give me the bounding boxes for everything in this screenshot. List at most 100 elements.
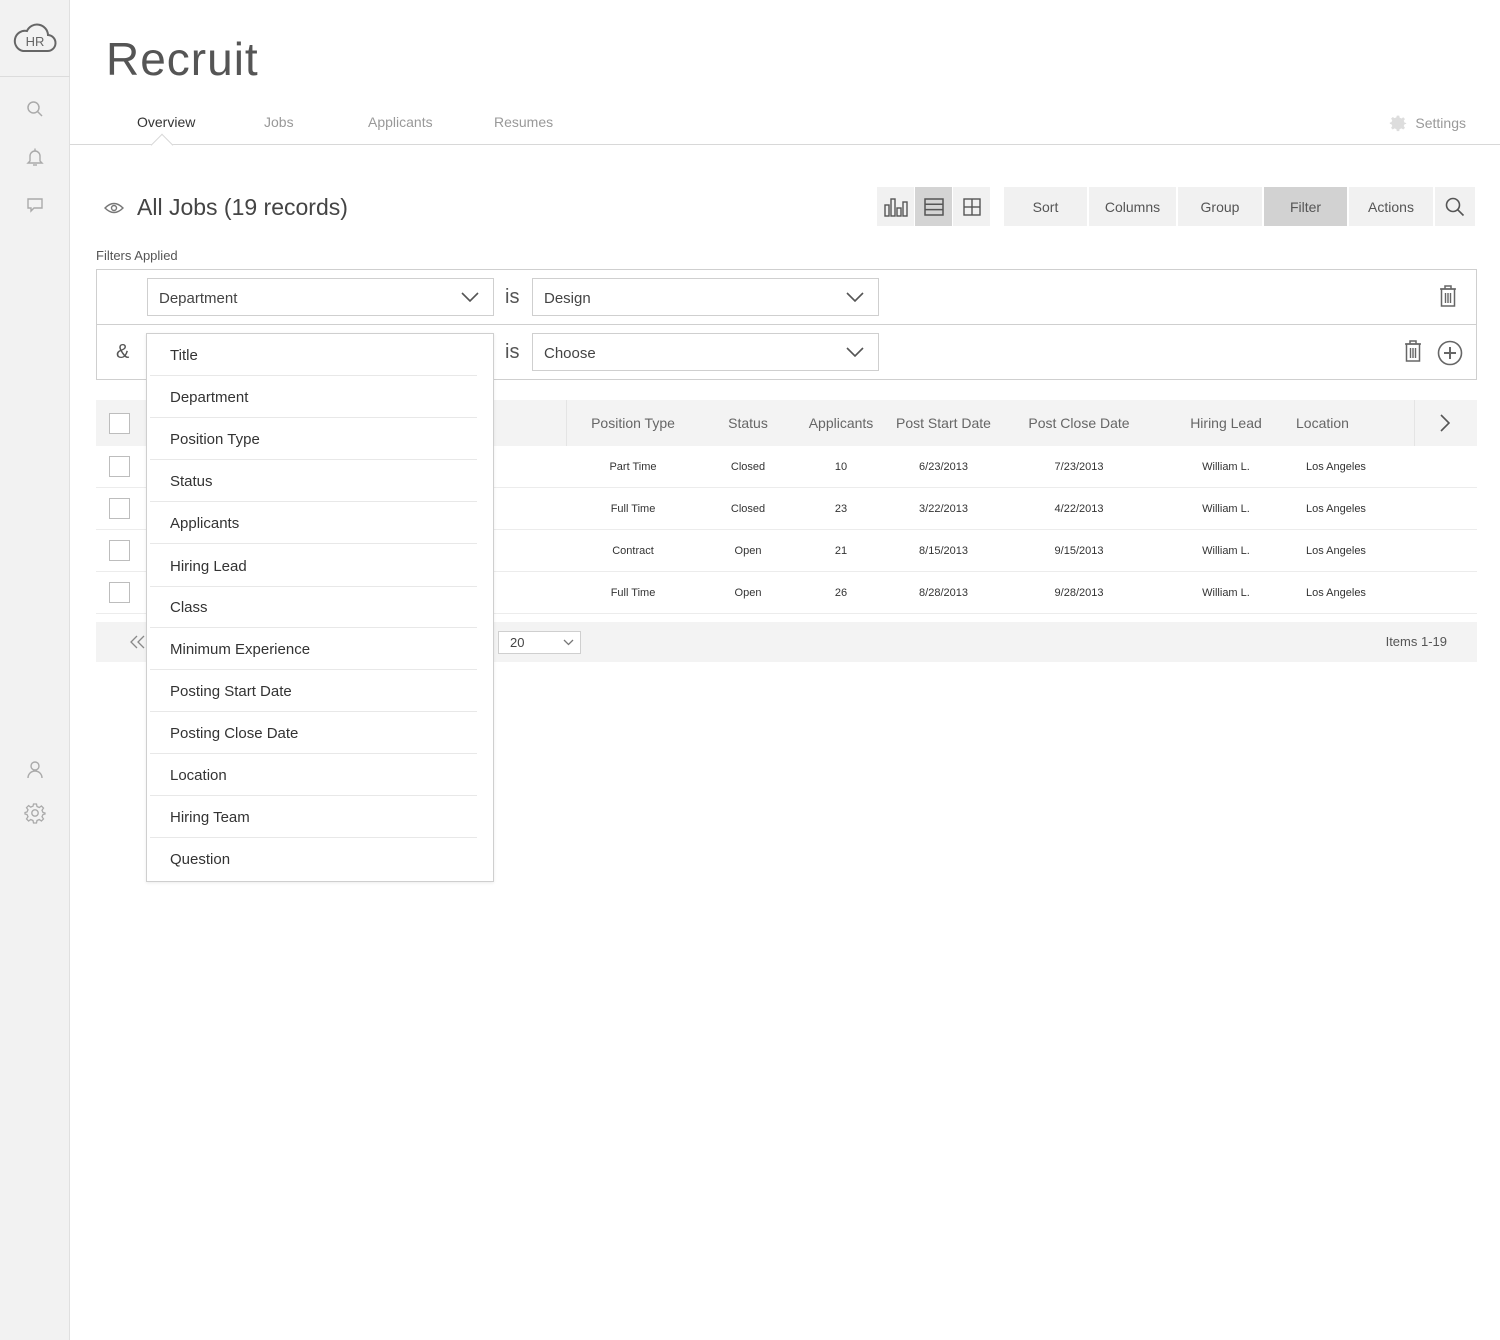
search-icon[interactable] bbox=[0, 94, 70, 124]
columns-button[interactable]: Columns bbox=[1089, 187, 1178, 226]
column-header[interactable]: Location bbox=[1296, 415, 1368, 431]
filter-value-text: Choose bbox=[544, 345, 596, 362]
field-dropdown-menu: Title Department Position Type Status Ap… bbox=[146, 333, 494, 882]
trash-icon[interactable] bbox=[1438, 284, 1458, 308]
cell-status: Open bbox=[734, 587, 762, 599]
dropdown-option-posting-close-date[interactable]: Posting Close Date bbox=[147, 712, 493, 754]
select-all-checkbox[interactable] bbox=[109, 413, 130, 434]
left-rail: HR bbox=[0, 0, 70, 1340]
row-checkbox[interactable] bbox=[109, 456, 130, 477]
grid-view-button[interactable] bbox=[953, 187, 991, 226]
dropdown-option-applicants[interactable]: Applicants bbox=[147, 502, 493, 544]
eye-icon[interactable] bbox=[104, 201, 124, 215]
cell-applicants: 23 bbox=[834, 503, 848, 515]
chevron-right-icon[interactable] bbox=[1440, 414, 1450, 432]
cell-post-close-date: 4/22/2013 bbox=[1054, 503, 1104, 515]
chevron-down-icon bbox=[563, 639, 574, 646]
cell-position-type: Contract bbox=[612, 545, 654, 557]
row-checkbox[interactable] bbox=[109, 498, 130, 519]
chat-icon[interactable] bbox=[0, 190, 70, 220]
toolbar-search-button[interactable] bbox=[1435, 187, 1475, 226]
trash-icon[interactable] bbox=[1403, 339, 1423, 363]
actions-button[interactable]: Actions bbox=[1349, 187, 1435, 226]
cell-applicants: 26 bbox=[834, 587, 848, 599]
cell-post-start-date: 8/15/2013 bbox=[919, 545, 968, 557]
dropdown-option-question[interactable]: Question bbox=[147, 838, 493, 880]
dropdown-option-hiring-lead[interactable]: Hiring Lead bbox=[147, 545, 493, 587]
filters-applied-label: Filters Applied bbox=[96, 248, 178, 263]
list-view-button[interactable] bbox=[915, 187, 953, 226]
add-circle-icon[interactable] bbox=[1437, 340, 1463, 366]
chart-view-button[interactable] bbox=[877, 187, 915, 226]
cell-location: Los Angeles bbox=[1306, 503, 1366, 515]
dropdown-option-location[interactable]: Location bbox=[147, 754, 493, 796]
group-button[interactable]: Group bbox=[1178, 187, 1264, 226]
cell-position-type: Full Time bbox=[610, 587, 656, 599]
filter-conjunction: & bbox=[116, 341, 130, 363]
items-count: Items 1-19 bbox=[1385, 634, 1447, 649]
row-checkbox[interactable] bbox=[109, 540, 130, 561]
cell-hiring-lead: William L. bbox=[1202, 587, 1250, 599]
hr-logo[interactable]: HR bbox=[0, 0, 70, 77]
dropdown-option-posting-start-date[interactable]: Posting Start Date bbox=[147, 670, 493, 712]
dropdown-option-title[interactable]: Title bbox=[147, 334, 493, 376]
cell-post-close-date: 9/28/2013 bbox=[1054, 587, 1104, 599]
dropdown-option-department[interactable]: Department bbox=[147, 376, 493, 418]
cell-hiring-lead: William L. bbox=[1202, 545, 1250, 557]
filter-value-select[interactable]: Design bbox=[532, 278, 879, 316]
chevron-down-icon bbox=[461, 292, 479, 302]
cloud-logo-icon: HR bbox=[13, 23, 57, 52]
tab-overview[interactable]: Overview bbox=[137, 114, 195, 130]
column-divider bbox=[1414, 400, 1415, 446]
column-header[interactable]: Hiring Lead bbox=[1181, 415, 1271, 431]
dropdown-option-class[interactable]: Class bbox=[147, 586, 493, 628]
cell-position-type: Part Time bbox=[609, 461, 657, 473]
dropdown-option-minimum-experience[interactable]: Minimum Experience bbox=[147, 628, 493, 670]
cell-hiring-lead: William L. bbox=[1202, 461, 1250, 473]
settings-link[interactable]: Settings bbox=[1389, 114, 1466, 132]
column-header[interactable]: Status bbox=[708, 415, 788, 431]
per-page-select[interactable]: 20 bbox=[498, 631, 581, 654]
filter-field-select[interactable]: Department bbox=[147, 278, 494, 316]
cell-post-close-date: 7/23/2013 bbox=[1054, 461, 1104, 473]
cell-location: Los Angeles bbox=[1306, 461, 1366, 473]
column-header[interactable]: Post Close Date bbox=[1024, 415, 1134, 431]
cell-location: Los Angeles bbox=[1306, 587, 1366, 599]
row-checkbox[interactable] bbox=[109, 582, 130, 603]
filter-button[interactable]: Filter bbox=[1264, 187, 1349, 226]
cell-status: Closed bbox=[730, 461, 766, 473]
per-page-value: 20 bbox=[510, 635, 525, 650]
column-header[interactable]: Applicants bbox=[801, 415, 881, 431]
cell-applicants: 21 bbox=[834, 545, 848, 557]
view-title: All Jobs (19 records) bbox=[137, 194, 348, 220]
tab-jobs[interactable]: Jobs bbox=[264, 114, 294, 130]
tab-bar: Overview Jobs Applicants Resumes Setting… bbox=[70, 108, 1500, 157]
cell-post-start-date: 8/28/2013 bbox=[919, 587, 968, 599]
cell-location: Los Angeles bbox=[1306, 545, 1366, 557]
grid-icon bbox=[962, 197, 981, 216]
tab-resumes[interactable]: Resumes bbox=[494, 114, 553, 130]
cell-position-type: Full Time bbox=[610, 503, 656, 515]
cell-hiring-lead: William L. bbox=[1202, 503, 1250, 515]
tab-applicants[interactable]: Applicants bbox=[368, 114, 433, 130]
filter-row-1: Department is Design bbox=[96, 269, 1477, 325]
column-divider bbox=[566, 400, 567, 446]
gear-icon[interactable] bbox=[0, 798, 70, 828]
dropdown-option-status[interactable]: Status bbox=[147, 460, 493, 502]
cell-status: Open bbox=[734, 545, 762, 557]
cell-status: Closed bbox=[730, 503, 766, 515]
dropdown-option-hiring-team[interactable]: Hiring Team bbox=[147, 796, 493, 838]
first-page-icon[interactable] bbox=[130, 635, 146, 649]
dropdown-option-position-type[interactable]: Position Type bbox=[147, 418, 493, 460]
view-toggle-group bbox=[877, 187, 991, 226]
filter-value-select[interactable]: Choose bbox=[532, 333, 879, 371]
sort-button[interactable]: Sort bbox=[1004, 187, 1089, 226]
bell-icon[interactable] bbox=[0, 142, 70, 172]
settings-gear-icon bbox=[1390, 115, 1407, 132]
column-header[interactable]: Post Start Date bbox=[892, 415, 995, 431]
toolbar: Sort Columns Group Filter Actions bbox=[1004, 187, 1475, 226]
column-header[interactable]: Position Type bbox=[588, 415, 678, 431]
user-icon[interactable] bbox=[0, 755, 70, 785]
app-title: Recruit bbox=[106, 33, 259, 85]
chevron-down-icon bbox=[846, 347, 864, 357]
